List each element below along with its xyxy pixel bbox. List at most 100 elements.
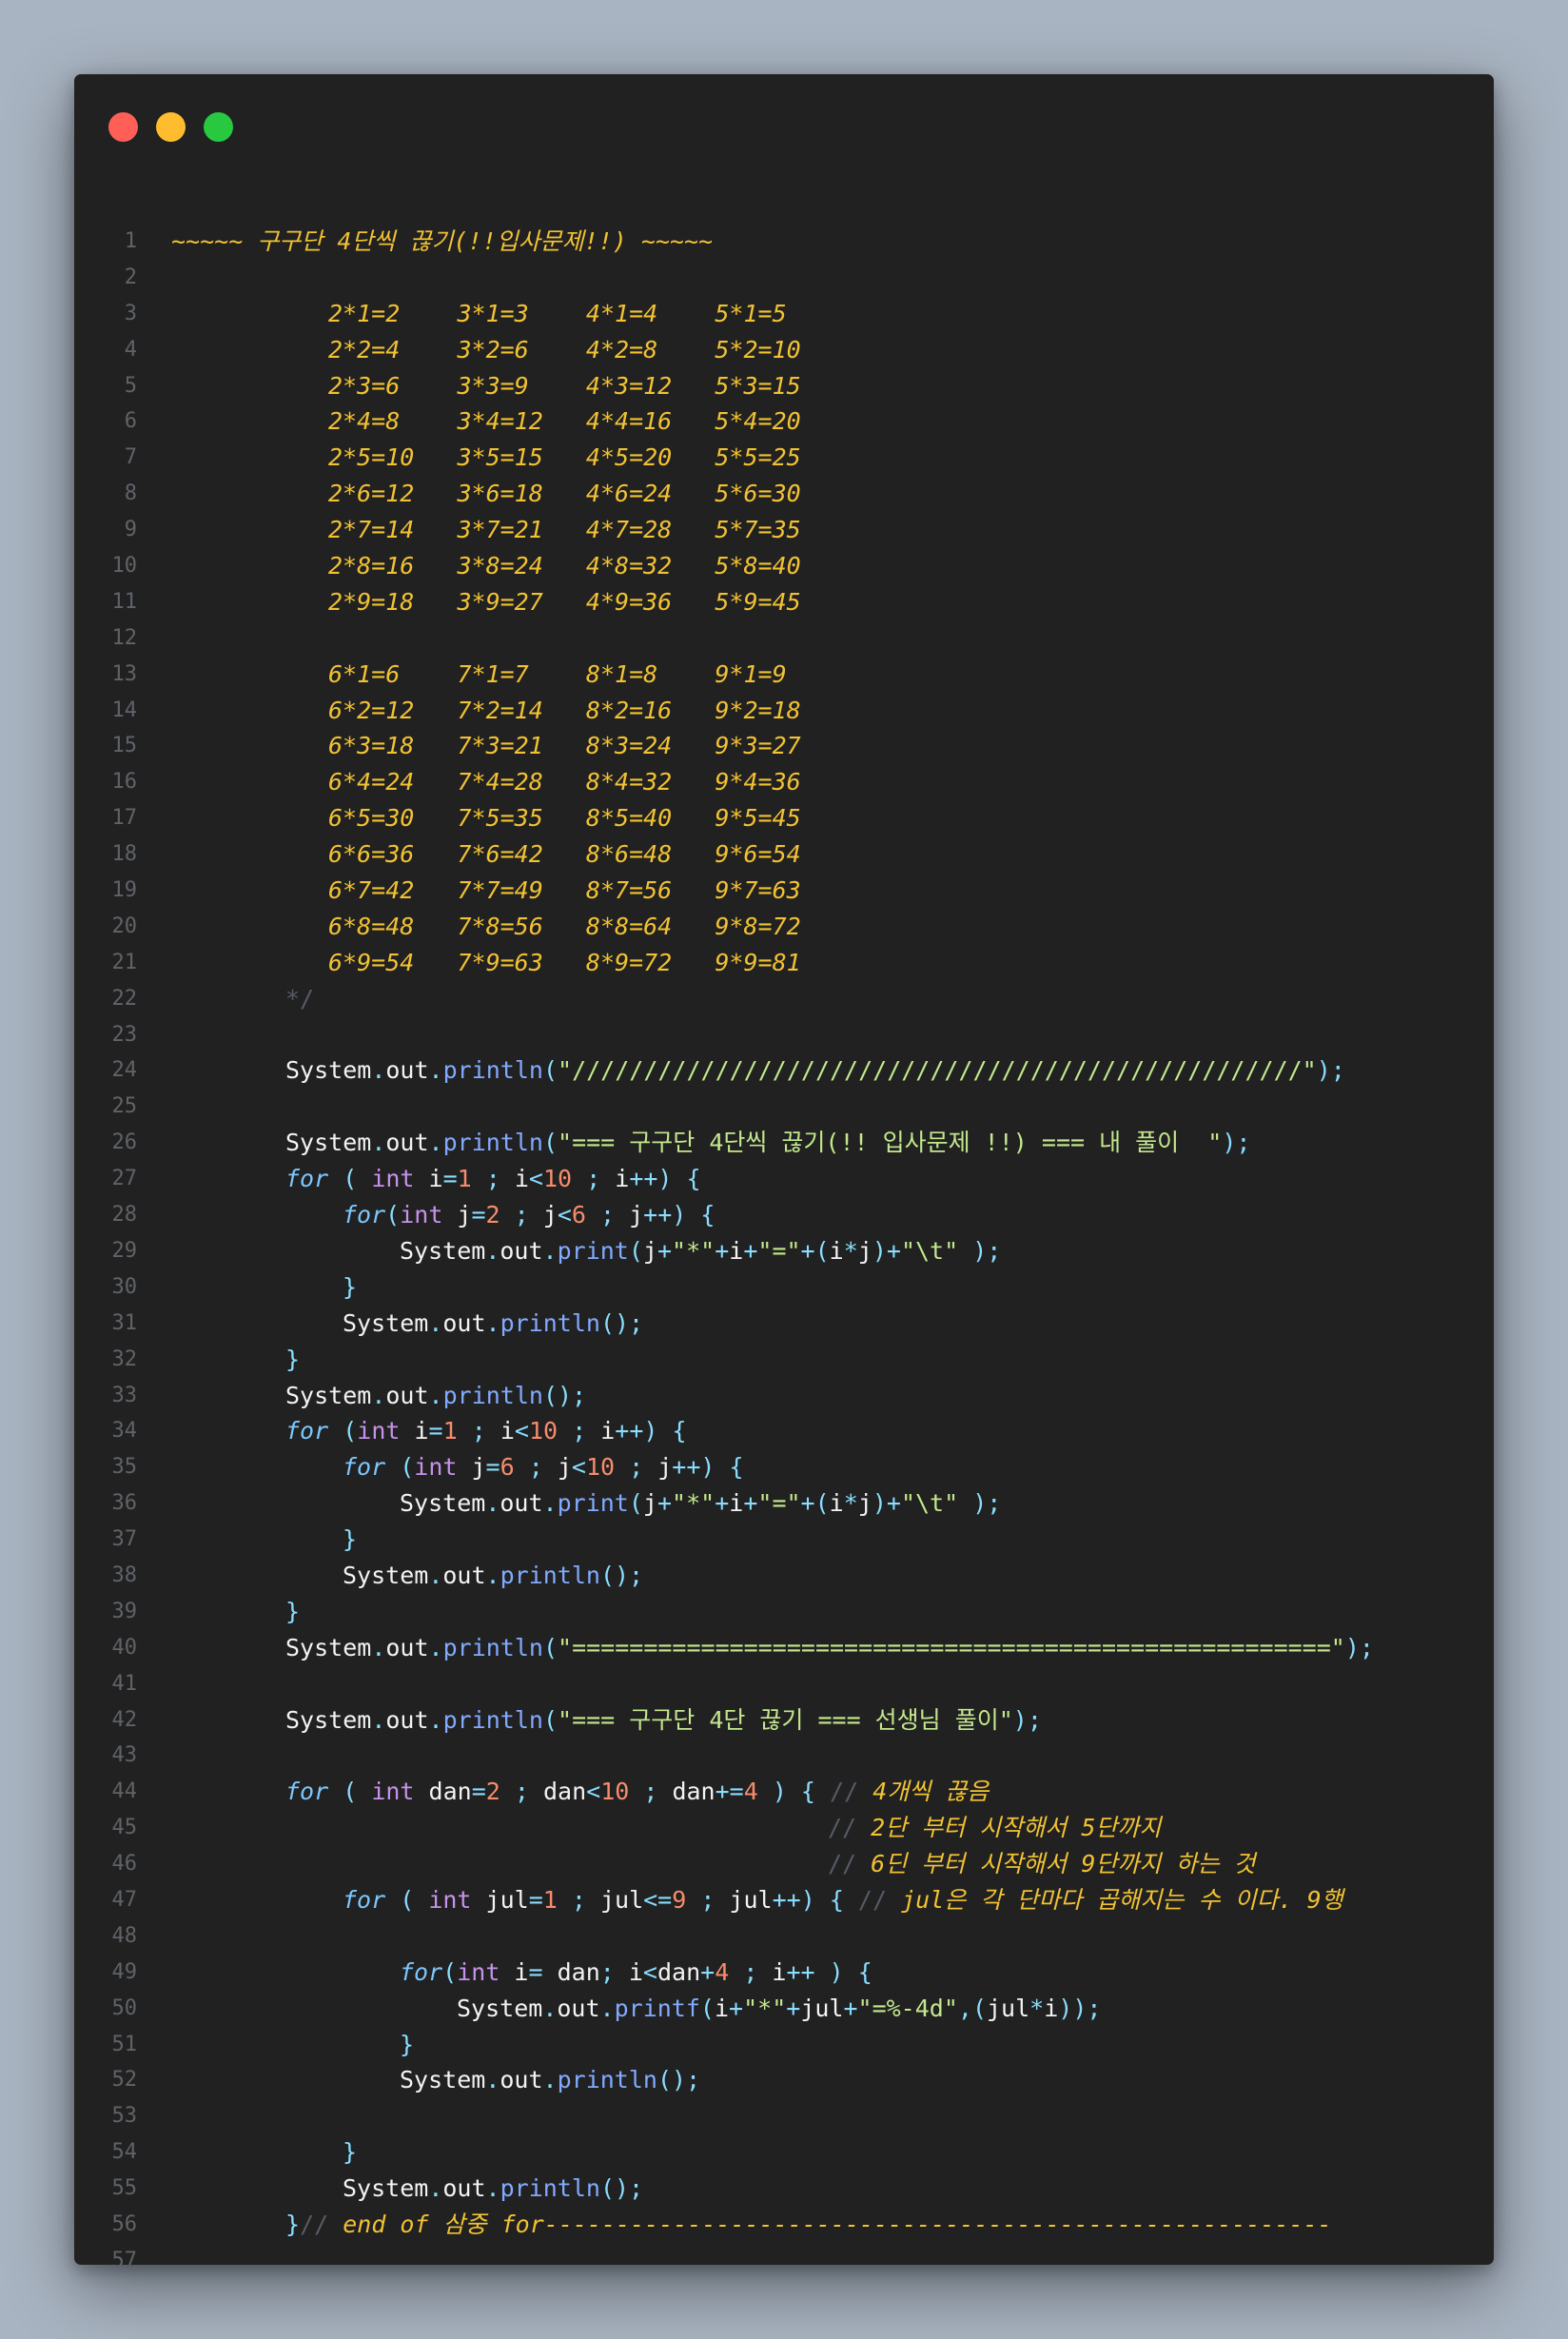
code-line: 55 System.out.println();	[74, 2171, 1494, 2207]
code-token: 6*7=42 7*7=49 8*7=56 9*7=63	[328, 876, 801, 905]
code-line: 32}	[74, 1342, 1494, 1378]
close-dot-icon[interactable]	[108, 112, 138, 142]
line-number: 47	[111, 1887, 138, 1912]
code-window: 1 ~~~~~ 구구단 4단씩 끊기(!!입사문제!!) ~~~~~ 2 3 2*1=2…	[74, 74, 1494, 2265]
code-token: System	[457, 1994, 543, 2022]
code-token: <	[642, 1957, 657, 1986]
line-number: 17	[111, 806, 138, 831]
code-token: (	[542, 1633, 559, 1661]
code-token: i	[600, 1417, 616, 1445]
code-token: ;	[557, 1885, 600, 1914]
code-token: =	[528, 1885, 543, 1914]
code-token: .	[428, 1056, 443, 1085]
code-line: 20 6*8=48 7*8=56 8*8=64 9*8=72	[74, 909, 1494, 945]
code-token: 2*5=10 3*5=15 4*5=20 5*5=25	[328, 443, 801, 472]
code-token: ;	[729, 1957, 773, 1986]
line-number: 42	[111, 1707, 138, 1732]
code-token: 2*8=16 3*8=24 4*8=32 5*8=40	[328, 552, 801, 580]
maximize-dot-icon[interactable]	[204, 112, 233, 142]
code-text: for (int i=1 ; i<10 ; i++) {	[285, 1413, 687, 1449]
code-line: 12	[74, 620, 1494, 657]
code-token: println	[442, 1633, 543, 1661]
code-line: 50 System.out.printf(i+"*"+jul+"=%-4d",(j…	[74, 1991, 1494, 2027]
code-line: 18 6*6=36 7*6=42 8*6=48 9*6=54	[74, 836, 1494, 873]
code-token: .	[428, 1705, 443, 1734]
code-token: <	[586, 1778, 601, 1806]
code-token: */	[285, 984, 315, 1012]
code-token: +	[729, 1994, 744, 2022]
code-token: dan	[657, 1957, 701, 1986]
code-token: for	[400, 1957, 443, 1986]
code-line: 34 for (int i=1 ; i<10 ; i++) {	[74, 1413, 1494, 1449]
code-token: =	[428, 1417, 443, 1445]
line-number: 44	[111, 1779, 138, 1804]
code-token: ;	[558, 1417, 601, 1445]
code-token: jul	[471, 1885, 529, 1914]
code-token: for	[343, 1201, 386, 1229]
line-number: 43	[111, 1743, 138, 1768]
code-token: +	[657, 1236, 673, 1265]
code-token: 2*1=2 3*1=3 4*1=4 5*1=5	[328, 299, 787, 327]
code-token: ;	[599, 1957, 629, 1986]
line-number: 35	[111, 1455, 138, 1480]
code-token: System	[343, 1308, 429, 1337]
code-token: dan	[414, 1778, 472, 1806]
code-token: ,(	[957, 1994, 987, 2022]
code-token: (	[442, 1957, 458, 1986]
code-token: )+	[872, 1236, 901, 1265]
code-token: =	[471, 1778, 486, 1806]
code-text: System.out.print(j+"*"+i+"="+(i*j)+"\t" …	[400, 1485, 1001, 1522]
code-token: 6*2=12 7*2=14 8*2=16 9*2=18	[328, 696, 801, 724]
code-token: System	[400, 2066, 486, 2094]
code-line: 16 6*4=24 7*4=28 8*4=32 9*4=36	[74, 764, 1494, 800]
code-text: }	[285, 1342, 300, 1378]
code-token: ();	[599, 1561, 644, 1589]
code-token: +	[743, 1236, 758, 1265]
code-token: +	[843, 1994, 858, 2022]
code-token: 6딘 부터 시작해서 9단까지 하는 것	[871, 1850, 1256, 1878]
line-number: 24	[111, 1058, 138, 1083]
code-line: 36 System.out.print(j+"*"+i+"="+(i*j)+"\t…	[74, 1485, 1494, 1522]
code-token: "\t"	[900, 1489, 959, 1518]
code-text: System.out.println();	[285, 1378, 586, 1414]
line-number: 53	[111, 2104, 138, 2129]
minimize-dot-icon[interactable]	[156, 112, 186, 142]
code-token: int	[428, 1885, 472, 1914]
code-token: 2*7=14 3*7=21 4*7=28 5*7=35	[328, 516, 801, 544]
code-token: for	[285, 1778, 329, 1806]
code-token: );	[958, 1236, 1002, 1265]
code-token: "=%-4d"	[857, 1994, 958, 2022]
code-token: "\t"	[900, 1236, 959, 1265]
code-line: 25	[74, 1089, 1494, 1125]
code-token: j	[857, 1489, 872, 1518]
code-token: for	[285, 1417, 329, 1445]
code-line: 2	[74, 260, 1494, 296]
line-number: 21	[111, 950, 138, 974]
line-number: 46	[111, 1852, 138, 1877]
code-token: ++) {	[643, 1201, 715, 1229]
code-line: 35 for (int j=6 ; j<10 ; j++) {	[74, 1449, 1494, 1485]
line-number: 16	[111, 770, 138, 795]
code-token: //	[300, 2210, 343, 2238]
code-text: }	[400, 2027, 414, 2063]
code-text: System.out.printf(i+"*"+jul+"=%-4d",(jul…	[457, 1991, 1101, 2027]
code-token: 6*9=54 7*9=63 8*9=72 9*9=81	[328, 948, 801, 976]
code-token: <	[557, 1201, 572, 1229]
code-token: i	[400, 1417, 429, 1445]
code-line: 22 */	[74, 981, 1494, 1017]
line-number: 7	[124, 445, 137, 470]
code-text: for ( int dan=2 ; dan<10 ; dan+=4 ) { //…	[285, 1774, 989, 1810]
code-token: j	[457, 1453, 486, 1482]
code-text: 6*7=42 7*7=49 8*7=56 9*7=63	[328, 873, 801, 909]
code-token: .	[542, 1994, 558, 2022]
code-token: dan	[672, 1778, 715, 1806]
code-line: 19 6*7=42 7*7=49 8*7=56 9*7=63	[74, 873, 1494, 909]
code-token: 2*3=6 3*3=9 4*3=12 5*3=15	[328, 371, 801, 400]
code-token: ++) {	[629, 1165, 701, 1193]
code-token: "*"	[672, 1489, 715, 1518]
code-token: .	[371, 1633, 386, 1661]
code-token: *	[843, 1489, 858, 1518]
line-number: 34	[111, 1419, 138, 1444]
code-line: 10 2*8=16 3*8=24 4*8=32 5*8=40	[74, 548, 1494, 584]
line-number: 22	[111, 986, 138, 1011]
